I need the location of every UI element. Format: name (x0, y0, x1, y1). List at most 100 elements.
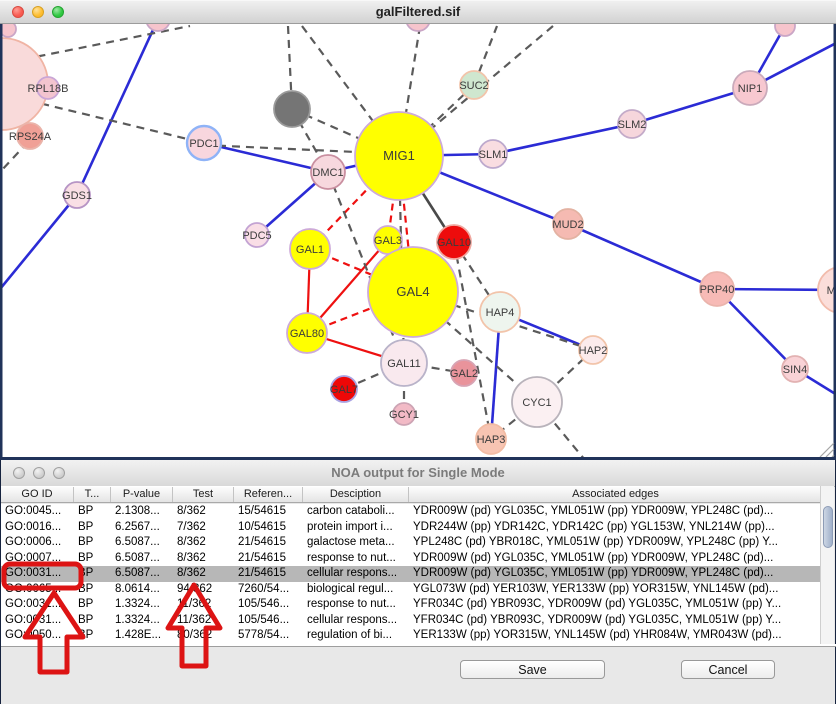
table-cell[interactable]: 1.3324... (111, 613, 173, 629)
table-row[interactable]: GO:0007...BP6.5087...8/36221/54615respon… (1, 551, 823, 567)
table-cell[interactable]: 21/54615 (234, 566, 303, 582)
network-node-gray-node[interactable] (274, 91, 310, 127)
table-cell[interactable]: GO:0007... (1, 551, 74, 567)
table-row[interactable]: GO:0031...BP6.5087...8/36221/54615cellul… (1, 566, 823, 582)
table-cell[interactable]: 1.428E... (111, 628, 173, 644)
table-cell[interactable]: YFR034C (pd) YBR093C, YDR009W (pd) YGL03… (409, 597, 823, 613)
network-edge-blue[interactable] (0, 195, 77, 294)
table-cell[interactable]: BP (74, 613, 111, 629)
network-edge-blue[interactable] (568, 224, 717, 289)
scrollbar-thumb[interactable] (823, 506, 833, 548)
noa-window-titlebar: NOA output for Single Mode (1, 460, 835, 487)
table-cell[interactable]: 105/546... (234, 613, 303, 629)
table-cell[interactable]: BP (74, 504, 111, 520)
table-cell[interactable]: YDR244W (pp) YDR142C, YDR142C (pp) YGL15… (409, 520, 823, 536)
table-cell[interactable]: GO:0031... (1, 613, 74, 629)
table-cell[interactable]: BP (74, 551, 111, 567)
table-cell[interactable]: BP (74, 520, 111, 536)
table-cell[interactable]: YER133W (pp) YOR315W, YNL145W (pd) YHR08… (409, 628, 823, 644)
save-button[interactable]: Save (460, 660, 605, 679)
table-cell[interactable]: galactose meta... (303, 535, 409, 551)
table-row[interactable]: GO:0050...BP1.428E...80/3625778/54...reg… (1, 628, 823, 644)
network-node-top-pink-4[interactable] (775, 24, 795, 36)
table-cell[interactable]: 8/362 (173, 551, 234, 567)
table-cell[interactable]: cellular respons... (303, 566, 409, 582)
table-cell[interactable]: 11/362 (173, 597, 234, 613)
table-row[interactable]: GO:0031...BP1.3324...11/362105/546...res… (1, 597, 823, 613)
table-cell[interactable]: BP (74, 582, 111, 598)
table-cell[interactable]: response to nut... (303, 551, 409, 567)
column-header-p-value[interactable]: P-value (111, 487, 173, 502)
table-cell[interactable]: 7/362 (173, 520, 234, 536)
table-cell[interactable]: BP (74, 535, 111, 551)
network-edge-blue[interactable] (632, 88, 750, 124)
column-header-referen-[interactable]: Referen... (234, 487, 303, 502)
table-cell[interactable]: GO:0031... (1, 597, 74, 613)
table-cell[interactable]: 80/362 (173, 628, 234, 644)
table-row[interactable]: GO:0031...BP1.3324...11/362105/546...cel… (1, 613, 823, 629)
table-cell[interactable]: YDR009W (pd) YGL035C, YML051W (pp) YDR00… (409, 504, 823, 520)
table-cell[interactable]: regulation of bi... (303, 628, 409, 644)
table-cell[interactable]: 8/362 (173, 566, 234, 582)
table-cell[interactable]: 105/546... (234, 597, 303, 613)
table-cell[interactable]: 6.5087... (111, 535, 173, 551)
table-cell[interactable]: GO:0050... (1, 628, 74, 644)
column-header-desciption[interactable]: Desciption (303, 487, 409, 502)
table-cell[interactable]: 6.2567... (111, 520, 173, 536)
table-cell[interactable]: 94/362 (173, 582, 234, 598)
table-cell[interactable]: GO:0006... (1, 535, 74, 551)
node-label-PDC1: PDC1 (189, 138, 218, 150)
table-cell[interactable]: GO:0016... (1, 520, 74, 536)
table-row[interactable]: GO:0006...BP6.5087...8/36221/54615galact… (1, 535, 823, 551)
network-canvas[interactable]: RPL18BRPS24AGDS1PDC1DMC1MIG1PDC5GAL1GAL3… (0, 24, 836, 457)
column-header-test[interactable]: Test (173, 487, 234, 502)
column-header-t-[interactable]: T... (74, 487, 111, 502)
table-cell[interactable]: 1.3324... (111, 597, 173, 613)
table-cell[interactable]: 8.0614... (111, 582, 173, 598)
table-cell[interactable]: 8/362 (173, 504, 234, 520)
table-cell[interactable]: 21/54615 (234, 551, 303, 567)
table-cell[interactable]: BP (74, 597, 111, 613)
table-cell[interactable]: BP (74, 628, 111, 644)
table-cell[interactable]: GO:0031... (1, 566, 74, 582)
table-cell[interactable]: response to nut... (303, 597, 409, 613)
table-cell[interactable]: GO:0045... (1, 504, 74, 520)
network-node-top-pink-3[interactable] (406, 24, 430, 31)
table-cell[interactable]: BP (74, 566, 111, 582)
network-edge-blue[interactable] (493, 124, 632, 154)
column-header-associated-edges[interactable]: Associated edges (409, 487, 823, 502)
cancel-button[interactable]: Cancel (681, 660, 775, 679)
table-cell[interactable]: 7260/54... (234, 582, 303, 598)
network-graph: RPL18BRPS24AGDS1PDC1DMC1MIG1PDC5GAL1GAL3… (0, 24, 836, 457)
network-edge-blue[interactable] (77, 24, 158, 195)
table-scrollbar[interactable] (820, 486, 834, 644)
table-cell[interactable]: cellular respons... (303, 613, 409, 629)
column-header-go-id[interactable]: GO ID (1, 487, 74, 502)
table-cell[interactable]: GO:0065... (1, 582, 74, 598)
table-cell[interactable]: carbon cataboli... (303, 504, 409, 520)
table-row[interactable]: GO:0016...BP6.2567...7/36210/54615protei… (1, 520, 823, 536)
table-cell[interactable]: YPL248C (pd) YBR018C, YML051W (pp) YDR00… (409, 535, 823, 551)
table-cell[interactable]: 10/54615 (234, 520, 303, 536)
table-cell[interactable]: 21/54615 (234, 535, 303, 551)
table-cell[interactable]: 5778/54... (234, 628, 303, 644)
table-cell[interactable]: protein import i... (303, 520, 409, 536)
table-cell[interactable]: 15/54615 (234, 504, 303, 520)
table-cell[interactable]: YFR034C (pd) YBR093C, YDR009W (pd) YGL03… (409, 613, 823, 629)
table-cell[interactable]: 6.5087... (111, 551, 173, 567)
table-row[interactable]: GO:0045...BP2.1308...8/36215/54615carbon… (1, 504, 823, 520)
table-cell[interactable]: 11/362 (173, 613, 234, 629)
table-cell[interactable]: 8/362 (173, 535, 234, 551)
node-label-GAL2: GAL2 (450, 368, 478, 380)
table-cell[interactable]: YGL073W (pd) YER103W, YER133W (pp) YOR31… (409, 582, 823, 598)
table-cell[interactable]: YDR009W (pd) YGL035C, YML051W (pp) YDR00… (409, 566, 823, 582)
table-cell[interactable]: biological regul... (303, 582, 409, 598)
noa-window-title: NOA output for Single Mode (1, 460, 835, 486)
node-label-MIG1: MIG1 (383, 148, 415, 163)
table-cell[interactable]: 2.1308... (111, 504, 173, 520)
table-row[interactable]: GO:0065...BP8.0614...94/3627260/54...bio… (1, 582, 823, 598)
node-label-SUC2: SUC2 (459, 80, 488, 92)
table-cell[interactable]: YDR009W (pd) YGL035C, YML051W (pp) YDR00… (409, 551, 823, 567)
table-cell[interactable]: 6.5087... (111, 566, 173, 582)
resize-grip-icon[interactable] (820, 443, 834, 457)
